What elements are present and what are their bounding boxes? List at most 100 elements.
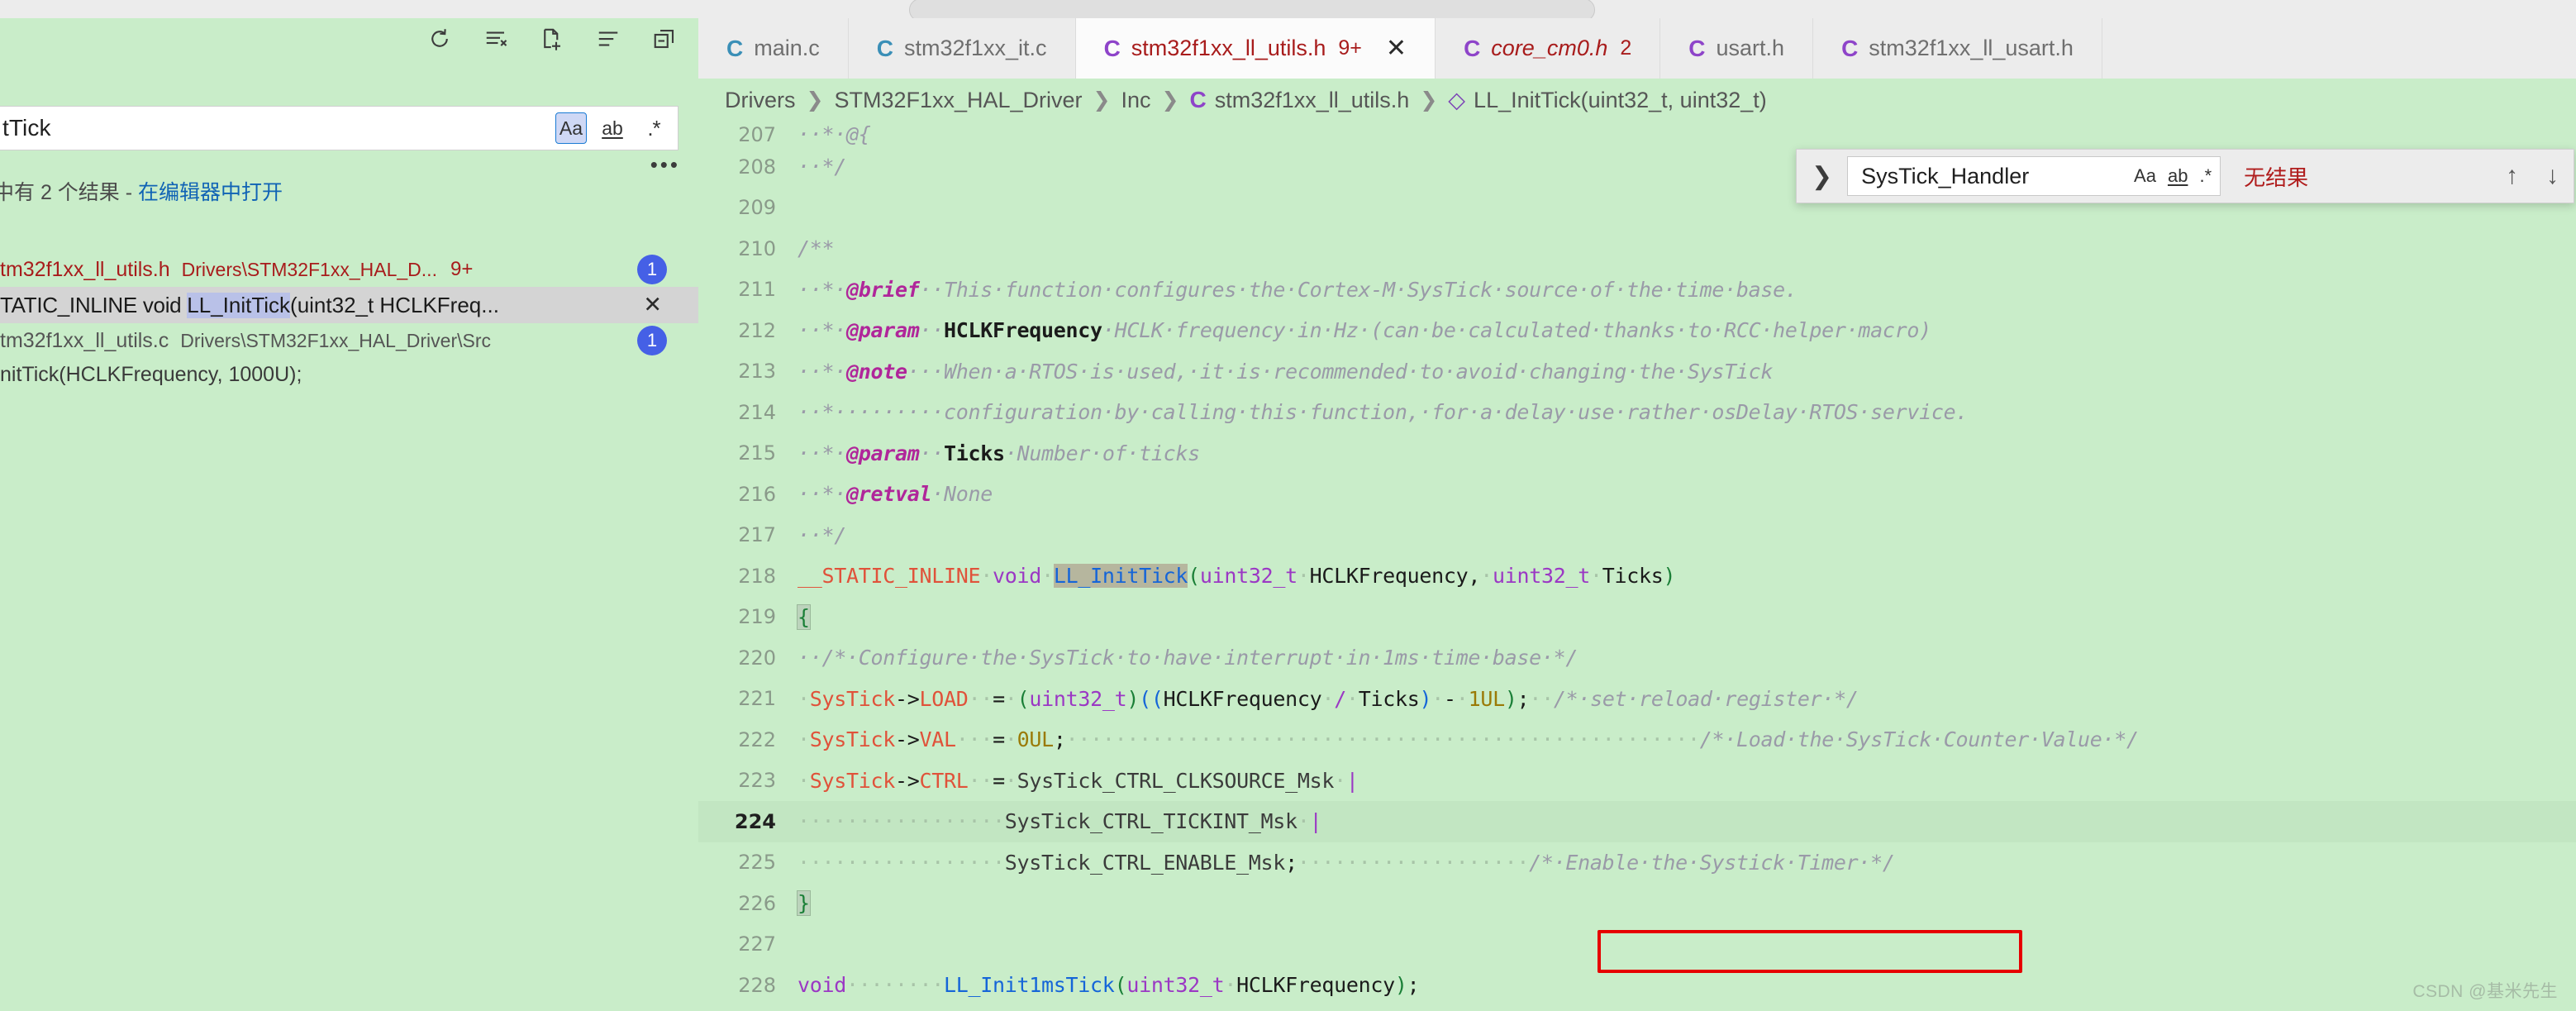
code-line[interactable]: 212 ··*·@param··HCLKFrequency·HCLK·frequ…: [698, 310, 2576, 351]
tab-usart-h[interactable]: C usart.h: [1660, 18, 1813, 79]
code-line[interactable]: 211 ··*·@brief··This·function·configures…: [698, 269, 2576, 311]
find-result-status: 无结果: [2244, 161, 2308, 192]
c-file-icon: C: [1464, 36, 1480, 62]
toggle-replace-chevron-icon[interactable]: ❯: [1812, 162, 1832, 191]
next-match-icon[interactable]: ↓: [2546, 162, 2559, 190]
code-line[interactable]: 220 ··/*·Configure·the·SysTick·to·have·i…: [698, 637, 2576, 679]
tab-stm32f1xx-ll-utils-h[interactable]: C stm32f1xx_ll_utils.h 9+ ✕: [1076, 18, 1436, 79]
code-text: void········LL_Init1msTick(uint32_t·HCLK…: [798, 973, 1419, 997]
match-whole-word-toggle[interactable]: ab: [2168, 165, 2188, 187]
line-number: 225: [698, 851, 798, 874]
code-line[interactable]: 210 /**: [698, 228, 2576, 269]
previous-match-icon[interactable]: ↑: [2506, 162, 2518, 190]
search-more-actions-icon[interactable]: •••: [650, 152, 680, 178]
code-text: ·SysTick->VAL···=·0UL;··················…: [798, 727, 2139, 751]
tab-label: stm32f1xx_ll_usart.h: [1869, 36, 2074, 61]
breadcrumb: Drivers ❯ STM32F1xx_HAL_Driver ❯ Inc ❯ C…: [698, 79, 2576, 122]
editor-tab-bar: C main.c C stm32f1xx_it.c C stm32f1xx_ll…: [698, 18, 2576, 79]
find-input-value[interactable]: SysTick_Handler: [1861, 164, 2122, 189]
search-result-file-row[interactable]: tm32f1xx_ll_utils.c Drivers\STM32F1xx_HA…: [0, 323, 698, 358]
editor-find-widget: ❯ SysTick_Handler Aa ab .* 无结果 ↑ ↓: [1796, 149, 2574, 203]
line-number: 223: [698, 769, 798, 792]
breadcrumb-separator-icon: ❯: [1420, 88, 1437, 112]
code-text: {: [798, 605, 810, 629]
line-number: 218: [698, 565, 798, 588]
tab-main-c[interactable]: C main.c: [698, 18, 849, 79]
line-number: 216: [698, 483, 798, 506]
use-regex-toggle[interactable]: .*: [638, 112, 669, 144]
code-text: /**: [798, 236, 834, 260]
sidebar-titlebar-strip: [0, 0, 698, 18]
match-case-toggle[interactable]: Aa: [555, 112, 587, 144]
tab-core-cm0-h[interactable]: C core_cm0.h 2: [1436, 18, 1660, 79]
line-number: 212: [698, 319, 798, 342]
dismiss-match-icon[interactable]: ✕: [643, 293, 662, 318]
result-match-count-badge: 1: [637, 326, 667, 355]
code-line[interactable]: 221 ·SysTick->LOAD··=·(uint32_t)((HCLKFr…: [698, 679, 2576, 720]
code-line[interactable]: 218 __STATIC_INLINE·void·LL_InitTick(uin…: [698, 556, 2576, 597]
search-result-match-row[interactable]: TATIC_INLINE void LL_InitTick(uint32_t H…: [0, 287, 698, 323]
result-file-name: tm32f1xx_ll_utils.c: [0, 329, 169, 353]
breadcrumb-item-hal-driver[interactable]: STM32F1xx_HAL_Driver: [834, 88, 1082, 113]
match-case-toggle[interactable]: Aa: [2134, 165, 2156, 187]
code-text: ··*·@{: [798, 122, 871, 146]
tab-bar-empty-space: [2102, 18, 2576, 79]
clear-search-results-icon[interactable]: [482, 25, 510, 53]
code-text: ·················SysTick_CTRL_ENABLE_Msk…: [798, 851, 1895, 875]
close-icon[interactable]: ✕: [1386, 34, 1407, 63]
code-line[interactable]: 216 ··*·@retval·None: [698, 474, 2576, 515]
use-regex-label: .*: [647, 116, 659, 141]
code-editor[interactable]: 207 ··*·@{ 208 ··*/ 209 210 /** 211 ··*·…: [698, 122, 2576, 1011]
code-line[interactable]: 223 ·SysTick->CTRL··=·SysTick_CTRL_CLKSO…: [698, 761, 2576, 802]
code-line[interactable]: 213 ··*·@note···When·a·RTOS·is·used,·it·…: [698, 351, 2576, 393]
breadcrumb-item-drivers[interactable]: Drivers: [725, 88, 796, 113]
result-file-problems-count: 9+: [450, 258, 473, 281]
tab-stm32f1xx-it-c[interactable]: C stm32f1xx_it.c: [849, 18, 1076, 79]
code-line[interactable]: 214 ··*·········configuration·by·calling…: [698, 392, 2576, 433]
c-file-icon: C: [1189, 87, 1206, 113]
code-line[interactable]: 219 {: [698, 597, 2576, 638]
code-text: ··*/: [798, 523, 846, 547]
code-line[interactable]: 207 ··*·@{: [698, 122, 2576, 146]
refresh-icon[interactable]: [426, 25, 454, 53]
breadcrumb-item-symbol[interactable]: LL_InitTick(uint32_t, uint32_t): [1474, 88, 1767, 113]
collapse-all-icon[interactable]: [650, 25, 679, 53]
search-input-value[interactable]: tTick: [2, 115, 555, 141]
tab-problem-badge: 2: [1620, 36, 1631, 60]
code-line[interactable]: 228 void········LL_Init1msTick(uint32_t·…: [698, 965, 2576, 1006]
result-file-path: Drivers\STM32F1xx_HAL_D...: [182, 259, 437, 281]
code-line[interactable]: 227: [698, 924, 2576, 966]
breadcrumb-item-file[interactable]: stm32f1xx_ll_utils.h: [1215, 88, 1410, 113]
search-result-match-row[interactable]: nitTick(HCLKFrequency, 1000U);: [0, 358, 698, 391]
line-number: 228: [698, 974, 798, 997]
code-line[interactable]: 222 ·SysTick->VAL···=·0UL;··············…: [698, 719, 2576, 761]
breadcrumb-separator-icon: ❯: [1162, 88, 1179, 112]
code-line[interactable]: 224 ·················SysTick_CTRL_TICKIN…: [698, 801, 2576, 842]
tab-stm32f1xx-ll-usart-h[interactable]: C stm32f1xx_ll_usart.h: [1813, 18, 2102, 79]
breadcrumb-item-inc[interactable]: Inc: [1121, 88, 1151, 113]
code-text: ··*·@note···When·a·RTOS·is·used,·it·is·r…: [798, 360, 1773, 384]
view-as-list-icon[interactable]: [594, 25, 622, 53]
code-text: ··*·@brief··This·function·configures·the…: [798, 278, 1797, 302]
new-search-editor-icon[interactable]: [538, 25, 566, 53]
result-match-count-badge: 1: [637, 255, 667, 284]
find-input[interactable]: SysTick_Handler Aa ab .*: [1847, 156, 2221, 196]
match-whole-word-toggle[interactable]: ab: [597, 112, 628, 144]
breadcrumb-separator-icon: ❯: [1093, 88, 1111, 112]
code-line[interactable]: 215 ··*·@param··Ticks·Number·of·ticks: [698, 433, 2576, 475]
code-line[interactable]: 217 ··*/: [698, 515, 2576, 556]
editor-titlebar-strip: [698, 0, 2576, 18]
search-results-list: tm32f1xx_ll_utils.h Drivers\STM32F1xx_HA…: [0, 252, 698, 391]
line-number: 214: [698, 401, 798, 424]
use-regex-toggle[interactable]: .*: [2199, 165, 2212, 187]
tab-label: core_cm0.h: [1491, 36, 1607, 61]
search-result-file-row[interactable]: tm32f1xx_ll_utils.h Drivers\STM32F1xx_HA…: [0, 252, 698, 287]
code-text: ··*·@retval·None: [798, 482, 993, 506]
code-line[interactable]: 226 }: [698, 883, 2576, 924]
code-line[interactable]: 225 ·················SysTick_CTRL_ENABLE…: [698, 842, 2576, 884]
line-number: 221: [698, 687, 798, 710]
search-input[interactable]: tTick Aa ab .*: [0, 106, 679, 150]
breadcrumb-separator-icon: ❯: [807, 88, 824, 112]
open-in-editor-link[interactable]: 在编辑器中打开: [138, 181, 283, 204]
line-number: 211: [698, 278, 798, 301]
